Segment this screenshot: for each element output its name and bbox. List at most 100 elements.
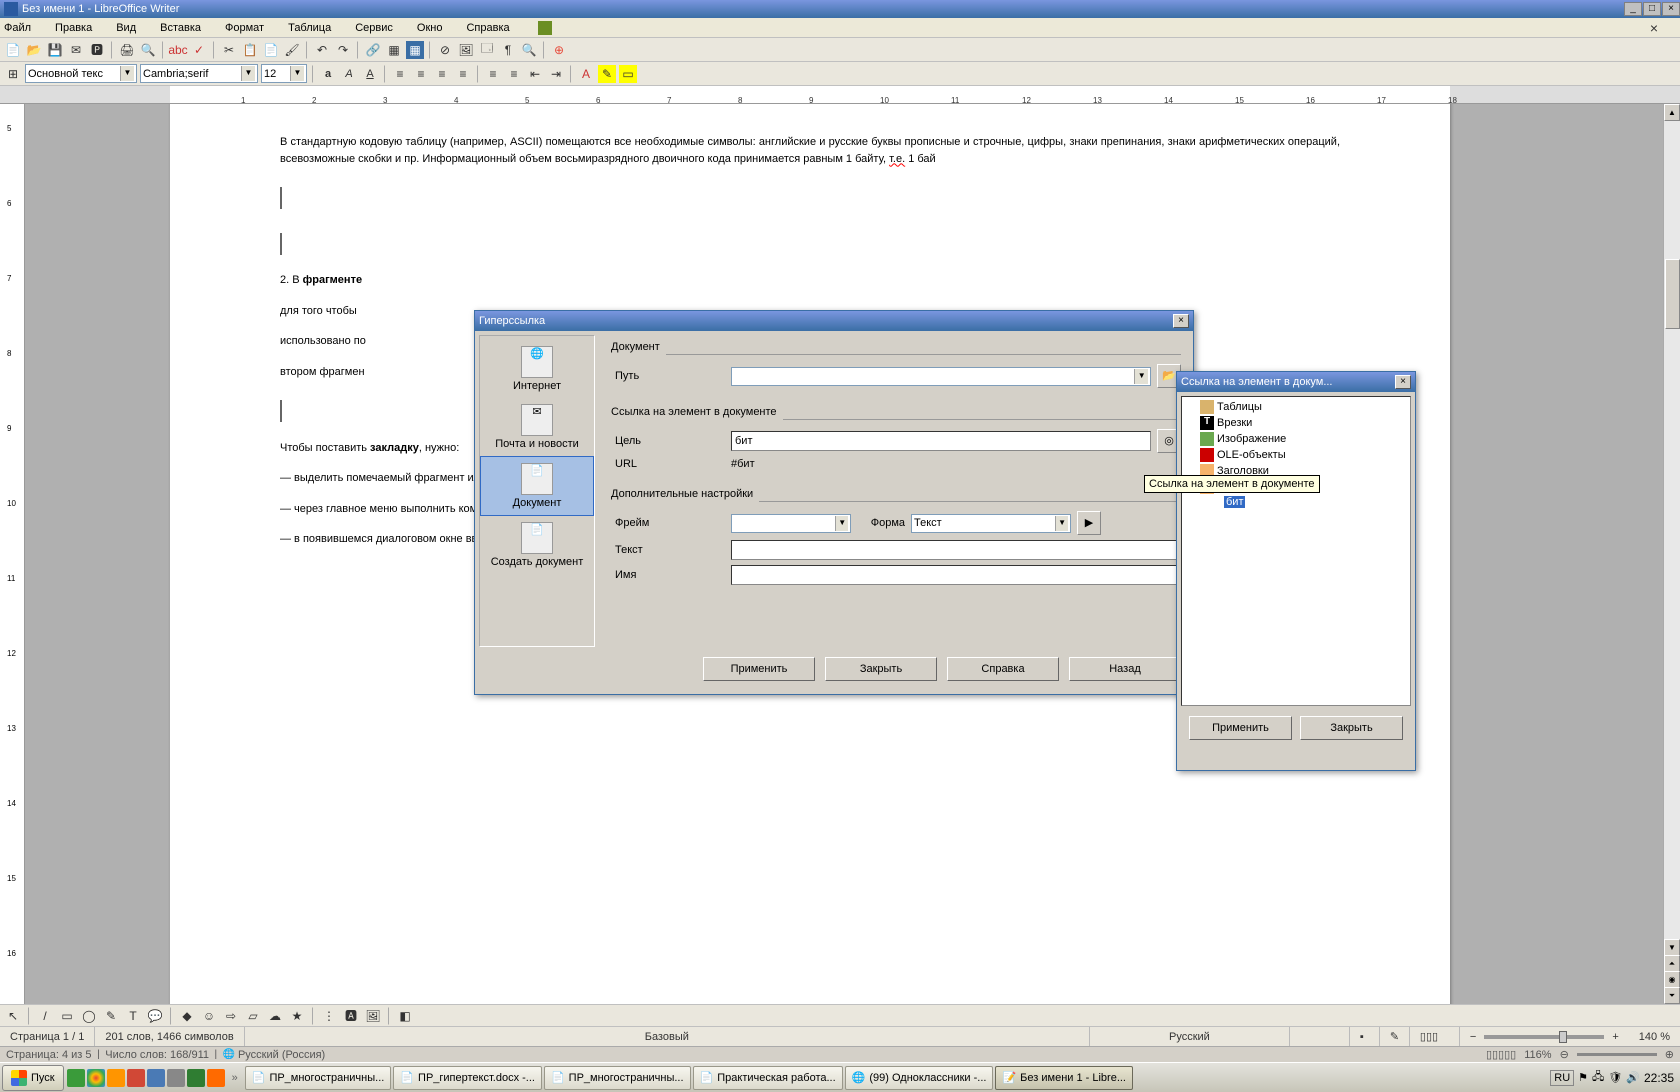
ql-word-icon[interactable] xyxy=(147,1069,165,1087)
extrusion-icon[interactable]: ◧ xyxy=(396,1007,414,1025)
spellcheck-icon[interactable]: abc xyxy=(169,41,187,59)
callout-shapes-icon[interactable]: ☁ xyxy=(266,1007,284,1025)
copy-icon[interactable]: 📋 xyxy=(241,41,259,59)
path-combo[interactable]: ▼ xyxy=(731,367,1151,386)
underline-icon[interactable]: A xyxy=(361,65,379,83)
hyperlink-dialog-titlebar[interactable]: Гиперссылка × xyxy=(475,311,1193,331)
minimize-button[interactable]: _ xyxy=(1624,2,1642,16)
task-browser[interactable]: 🌐(99) Одноклассники -... xyxy=(845,1066,994,1090)
ellipse-icon[interactable]: ◯ xyxy=(80,1007,98,1025)
arrow-shapes-icon[interactable]: ⇨ xyxy=(222,1007,240,1025)
text-input[interactable] xyxy=(731,540,1181,560)
decrease-indent-icon[interactable]: ⇤ xyxy=(526,65,544,83)
undo-icon[interactable]: ↶ xyxy=(313,41,331,59)
zoom-in-icon[interactable]: + xyxy=(1612,1031,1618,1043)
prev-page-icon[interactable]: ⏶ xyxy=(1664,955,1680,972)
open-icon[interactable]: 📂 xyxy=(25,41,43,59)
tree-ole[interactable]: OLE-объекты xyxy=(1184,447,1408,463)
record-macro-icon[interactable]: ⊘ xyxy=(436,41,454,59)
font-name-combo[interactable]: ▼ xyxy=(140,64,258,83)
menu-help[interactable]: Справка xyxy=(466,22,521,34)
increase-indent-icon[interactable]: ⇥ xyxy=(547,65,565,83)
vertical-scrollbar[interactable]: ▲ ▼ ⏶ ◉ ⏷ xyxy=(1663,104,1680,1004)
target-close-button[interactable]: Закрыть xyxy=(1300,716,1403,740)
highlight-icon[interactable]: ✎ xyxy=(598,65,616,83)
format-paint-icon[interactable]: 🖌 xyxy=(283,41,301,59)
form-combo[interactable]: ▼ xyxy=(911,514,1071,533)
update-icon[interactable] xyxy=(538,21,552,35)
freeform-icon[interactable]: ✎ xyxy=(102,1007,120,1025)
menu-insert[interactable]: Вставка xyxy=(160,22,213,34)
styles-icon[interactable]: ⊞ xyxy=(4,65,22,83)
ql-utorrent-icon[interactable] xyxy=(67,1069,85,1087)
task-word-1[interactable]: 📄ПР_многостраничны... xyxy=(245,1066,392,1090)
scroll-up-icon[interactable]: ▲ xyxy=(1664,104,1680,121)
from-file-icon[interactable]: 🖼 xyxy=(364,1007,382,1025)
redo-icon[interactable]: ↷ xyxy=(334,41,352,59)
task-word-4[interactable]: 📄Практическая работа... xyxy=(693,1066,843,1090)
tray-shield-icon[interactable]: 🛡 xyxy=(1608,1071,1622,1084)
type-mail[interactable]: ✉Почта и новости xyxy=(480,398,594,456)
ql-opera-icon[interactable] xyxy=(127,1069,145,1087)
table-icon[interactable]: ▦ xyxy=(385,41,403,59)
select-icon[interactable]: ↖ xyxy=(4,1007,22,1025)
back-button[interactable]: Назад xyxy=(1069,657,1181,681)
grid-toggle-icon[interactable]: ▦ xyxy=(406,41,424,59)
zoom-out-icon[interactable]: − xyxy=(1470,1031,1476,1043)
menu-tools[interactable]: Сервис xyxy=(355,22,405,34)
textbox-icon[interactable]: T xyxy=(124,1007,142,1025)
doc-close-button[interactable]: × xyxy=(1644,20,1664,36)
paste-icon[interactable]: 📄 xyxy=(262,41,280,59)
tree-bookmark-bit[interactable]: бит xyxy=(1184,495,1408,509)
target-dialog-close-icon[interactable]: × xyxy=(1395,375,1411,389)
fontwork-icon[interactable]: 🅰 xyxy=(342,1007,360,1025)
italic-icon[interactable]: A xyxy=(340,65,358,83)
next-page-icon[interactable]: ⏷ xyxy=(1664,987,1680,1004)
apply-button[interactable]: Применить xyxy=(703,657,815,681)
menu-file[interactable]: Файл xyxy=(4,22,43,34)
menu-table[interactable]: Таблица xyxy=(288,22,343,34)
status-style[interactable]: Базовый xyxy=(245,1027,1090,1046)
status-words[interactable]: 201 слов, 1466 символов xyxy=(95,1027,244,1046)
align-right-icon[interactable]: ≡ xyxy=(433,65,451,83)
task-word-2[interactable]: 📄ПР_гипертекст.docx -... xyxy=(393,1066,542,1090)
task-word-3[interactable]: 📄ПР_многостраничны... xyxy=(544,1066,691,1090)
save-icon[interactable]: 💾 xyxy=(46,41,64,59)
menu-format[interactable]: Формат xyxy=(225,22,276,34)
maximize-button[interactable]: □ xyxy=(1643,2,1661,16)
bg-zoom[interactable]: 116% xyxy=(1524,1049,1551,1061)
help-button[interactable]: Справка xyxy=(947,657,1059,681)
pdf-icon[interactable]: 🅿 xyxy=(88,41,106,59)
tree-tables[interactable]: Таблицы xyxy=(1184,399,1408,415)
zoom-value[interactable]: 140 % xyxy=(1629,1027,1680,1046)
lang-indicator[interactable]: RU xyxy=(1550,1070,1574,1086)
target-apply-button[interactable]: Применить xyxy=(1189,716,1292,740)
frame-combo[interactable]: ▼ xyxy=(731,514,851,533)
menu-edit[interactable]: Правка xyxy=(55,22,104,34)
flowchart-icon[interactable]: ▱ xyxy=(244,1007,262,1025)
target-dialog-titlebar[interactable]: Ссылка на элемент в докум... × xyxy=(1177,372,1415,392)
numbered-list-icon[interactable]: ≡ xyxy=(484,65,502,83)
align-center-icon[interactable]: ≡ xyxy=(412,65,430,83)
font-color-icon[interactable]: A xyxy=(577,65,595,83)
tree-images[interactable]: Изображение xyxy=(1184,431,1408,447)
ql-overflow-icon[interactable]: » xyxy=(226,1072,244,1084)
bgcolor-icon[interactable]: ▭ xyxy=(619,65,637,83)
auto-spell-icon[interactable]: ✓ xyxy=(190,41,208,59)
zoom-slider[interactable] xyxy=(1484,1035,1604,1039)
preview-icon[interactable]: 🔍 xyxy=(139,41,157,59)
menu-window[interactable]: Окно xyxy=(417,22,455,34)
events-button[interactable]: ▶ xyxy=(1077,511,1101,535)
align-justify-icon[interactable]: ≡ xyxy=(454,65,472,83)
align-left-icon[interactable]: ≡ xyxy=(391,65,409,83)
status-selection[interactable]: ▪ xyxy=(1350,1027,1380,1046)
star-shapes-icon[interactable]: ★ xyxy=(288,1007,306,1025)
cut-icon[interactable]: ✂ xyxy=(220,41,238,59)
ql-firefox-icon[interactable] xyxy=(107,1069,125,1087)
status-language[interactable]: Русский xyxy=(1090,1027,1290,1046)
ql-chrome-icon[interactable] xyxy=(87,1069,105,1087)
ql-app-icon[interactable] xyxy=(167,1069,185,1087)
horizontal-ruler[interactable]: 123456789101112131415161718 xyxy=(0,86,1680,104)
tray-volume-icon[interactable]: 🔊 xyxy=(1626,1071,1640,1084)
new-icon[interactable]: 📄 xyxy=(4,41,22,59)
